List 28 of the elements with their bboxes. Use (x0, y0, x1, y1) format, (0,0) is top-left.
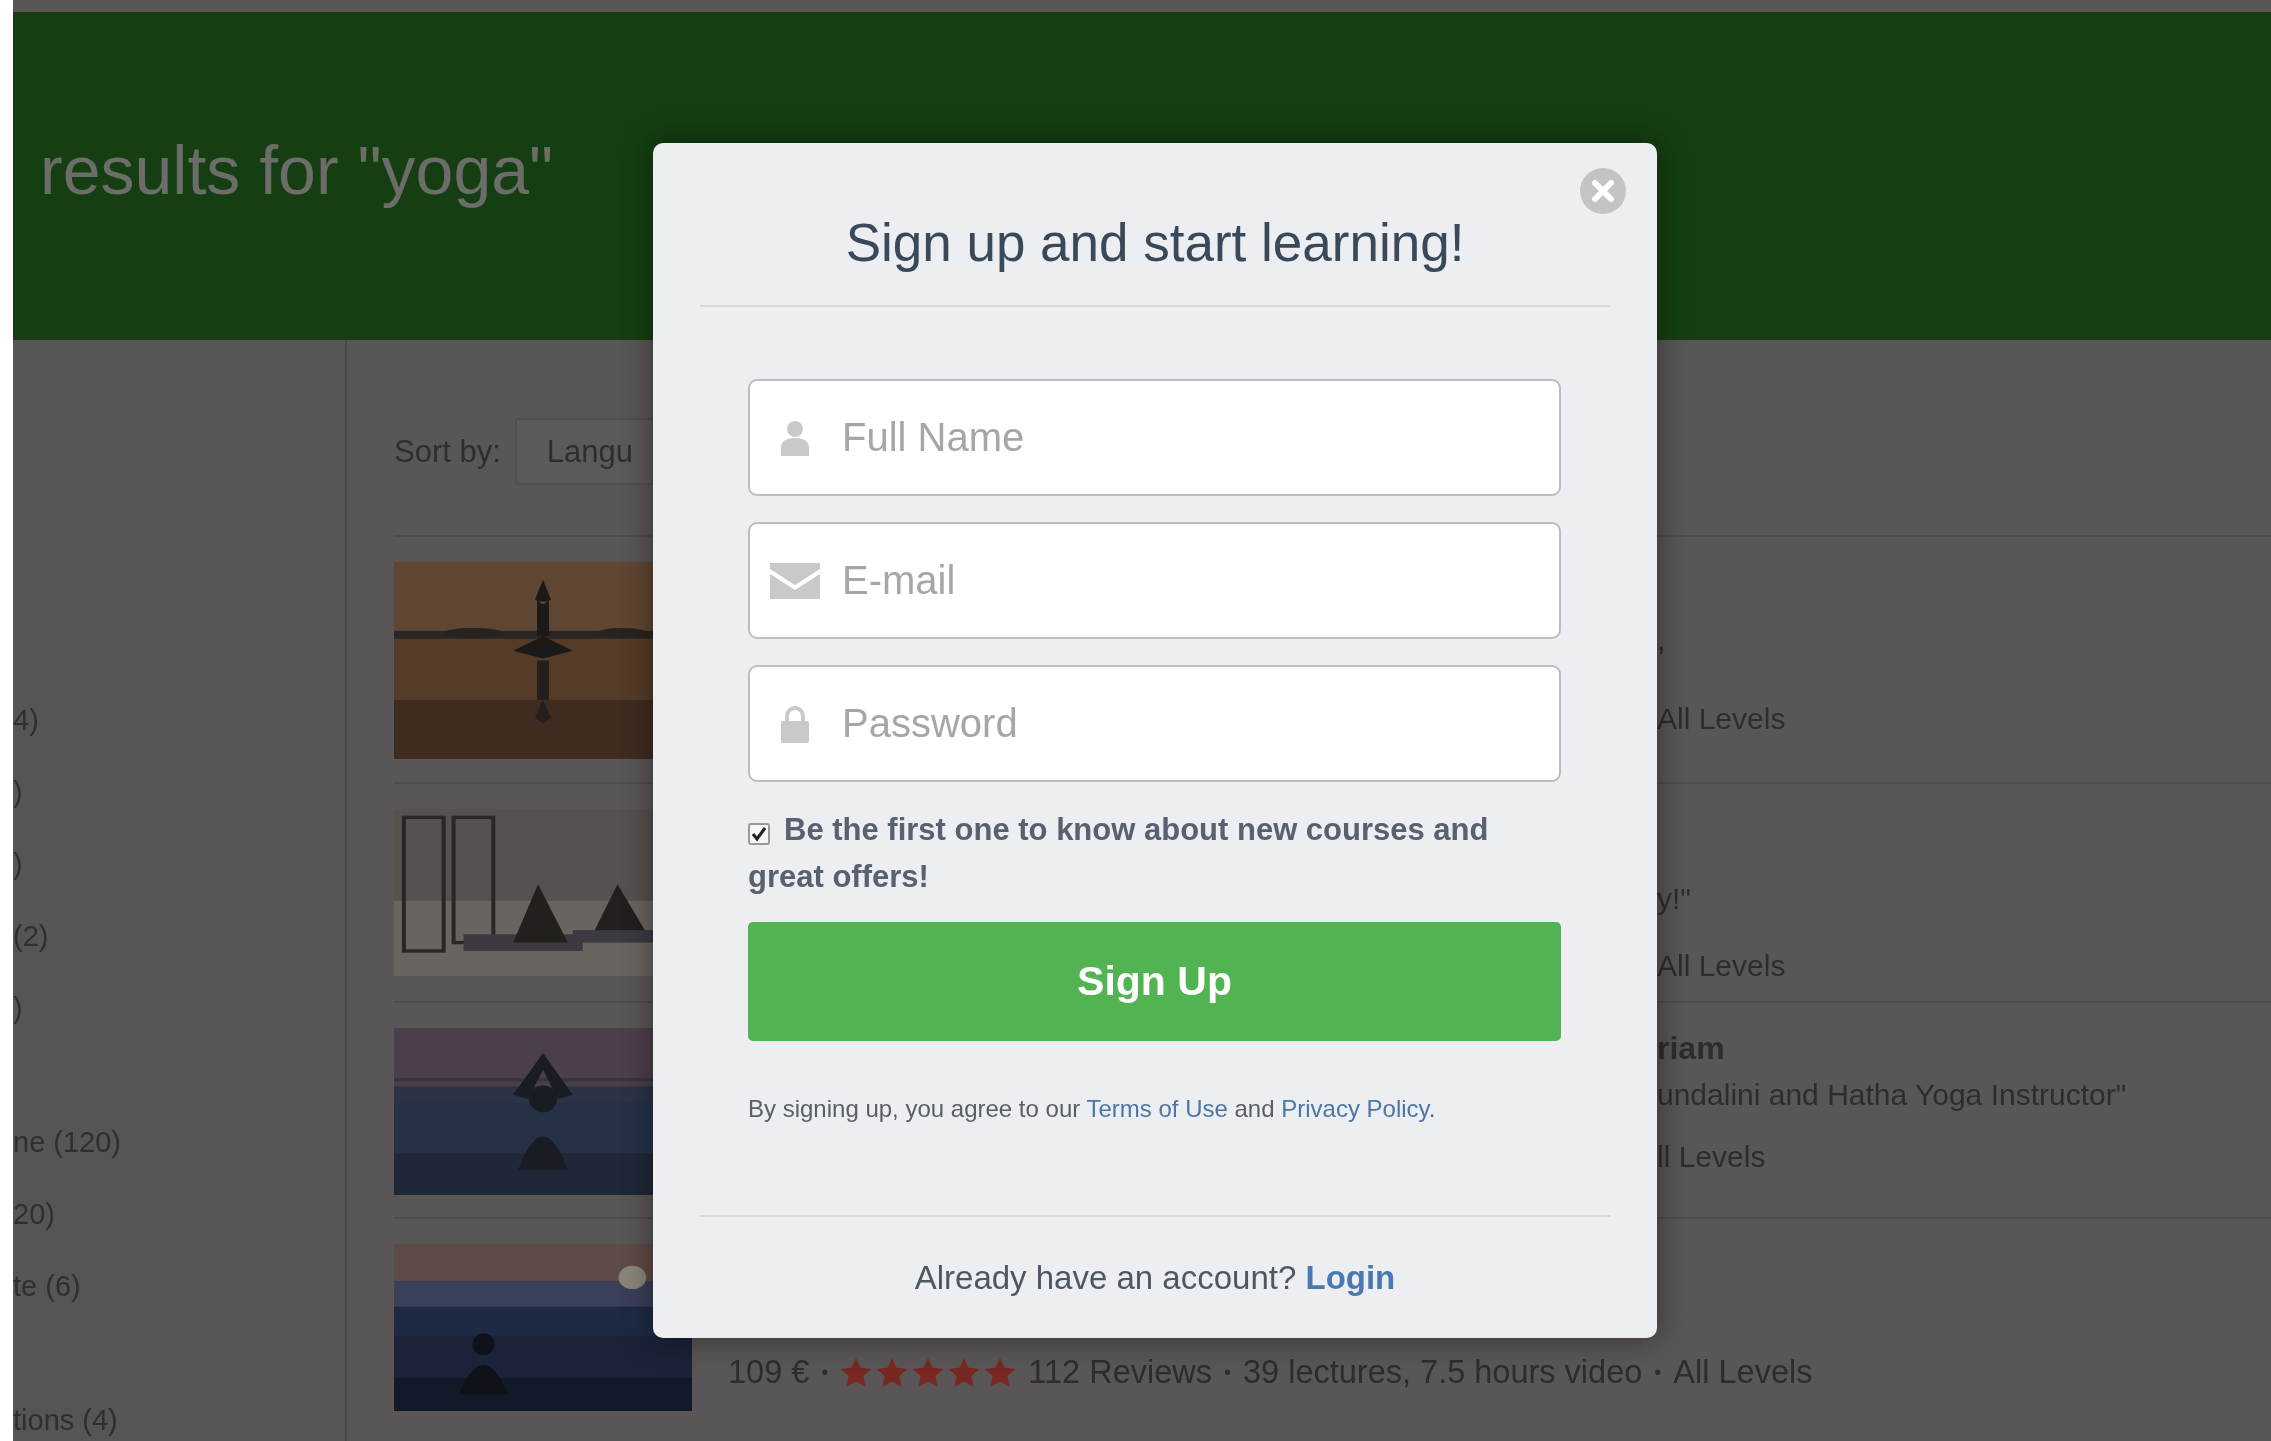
terms-text: By signing up, you agree to our Terms of Use and Privacy Policy. (748, 1095, 1437, 1123)
course-title[interactable]: , (1657, 620, 1666, 660)
envelope-icon (770, 562, 820, 599)
lock-icon (780, 704, 810, 743)
password-field[interactable]: Password (748, 665, 1561, 782)
filter-option[interactable]: ) (13, 828, 23, 900)
sign-up-button[interactable]: Sign Up (748, 922, 1561, 1041)
star-icon (984, 1357, 1017, 1388)
star-icon (912, 1357, 945, 1388)
newsletter-checkbox[interactable] (748, 823, 770, 845)
results-heading: results for "yoga" (40, 131, 554, 210)
separator-dot: • (821, 1361, 829, 1384)
separator-dot: • (1224, 1361, 1232, 1384)
email-field[interactable]: E-mail (748, 522, 1561, 639)
filter-option[interactable]: ) (13, 972, 23, 1044)
filter-option[interactable]: ) (13, 756, 23, 828)
login-prompt: Already have an account? Login (913, 1259, 1397, 1297)
name-field[interactable]: Full Name (748, 379, 1561, 496)
star-icon (948, 1357, 981, 1388)
star-icon (876, 1357, 909, 1388)
separator-dot: • (1654, 1361, 1662, 1384)
newsletter-label: Be the first one to know about new courses and great offers! (748, 811, 1490, 896)
privacy-link[interactable]: Privacy Policy (1281, 1095, 1429, 1122)
dialog-title: Sign up and start learning! (845, 212, 1465, 274)
terms-link[interactable]: Terms of Use (1086, 1095, 1228, 1122)
person-icon (780, 419, 810, 456)
star-icon (840, 1357, 873, 1388)
login-link[interactable]: Login (1305, 1259, 1396, 1296)
